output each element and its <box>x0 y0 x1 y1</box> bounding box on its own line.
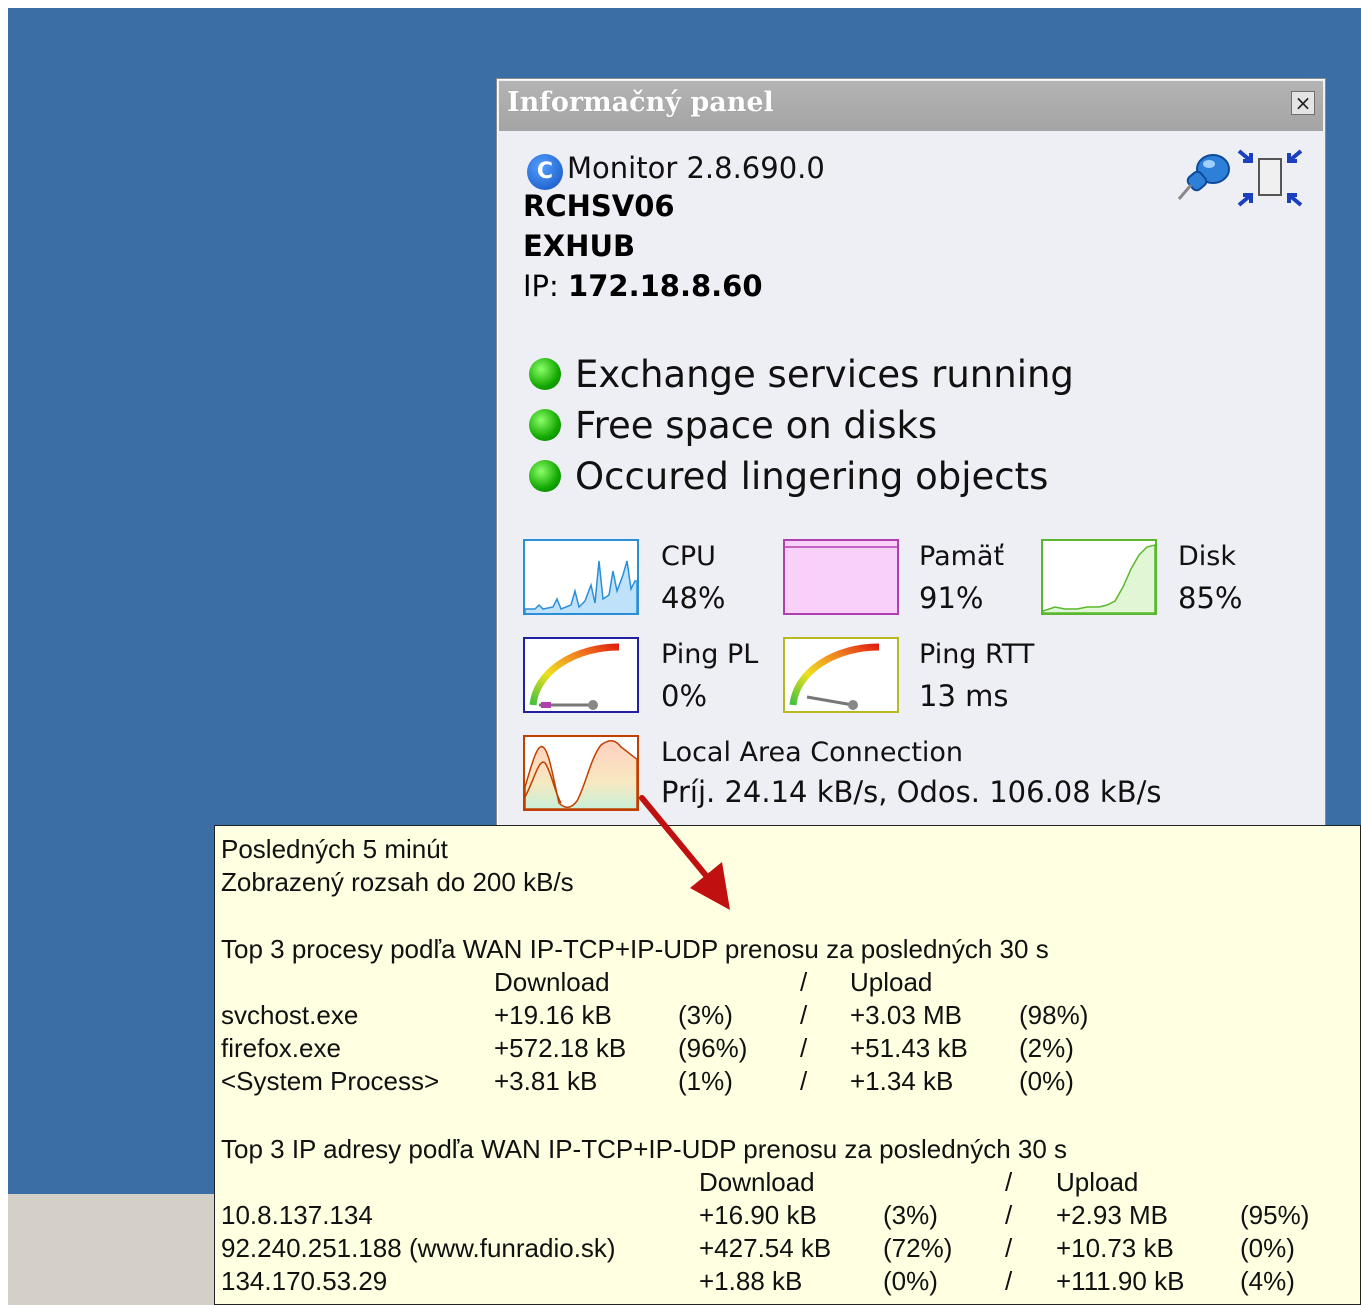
ip-download: +1.88 kB <box>699 1266 803 1296</box>
ip-sep: / <box>1005 1266 1013 1296</box>
cpu-label: CPU <box>661 541 716 572</box>
process-upload: +51.43 kB <box>850 1033 968 1063</box>
tooltip-range: Zobrazený rozsah do 200 kB/s <box>221 867 574 897</box>
green-status-icon <box>529 459 561 492</box>
process-sep: / <box>800 1000 808 1030</box>
process-upload: +1.34 kB <box>850 1066 954 1096</box>
status-label: Exchange services running <box>575 353 1074 396</box>
ip-name: 92.240.251.188 (www.funradio.sk) <box>221 1233 616 1263</box>
ip-upload-pct: (95%) <box>1240 1200 1310 1230</box>
annotation-arrow-icon <box>639 795 730 910</box>
ping-pl-value: 0% <box>661 679 708 713</box>
ip-name: 10.8.137.134 <box>221 1200 373 1230</box>
ip-download-pct: (0%) <box>883 1266 938 1296</box>
ip-value: 172.18.8.60 <box>568 269 763 303</box>
server-group: EXHUB <box>523 229 636 263</box>
processes-col-sep: / <box>800 967 808 997</box>
server-name: RCHSV06 <box>523 189 675 223</box>
ping-pl-gauge[interactable] <box>523 637 639 713</box>
ip-upload: +2.93 MB <box>1056 1200 1169 1230</box>
ip-download-pct: (72%) <box>883 1233 953 1263</box>
status-exchange-services: Exchange services running <box>529 353 1074 396</box>
disk-label: Disk <box>1178 541 1236 572</box>
ip-upload-pct: (0%) <box>1240 1233 1295 1263</box>
ip-name: 134.170.53.29 <box>221 1266 388 1296</box>
process-upload: +3.03 MB <box>850 1000 963 1030</box>
process-download-pct: (96%) <box>678 1033 748 1063</box>
ip-download-pct: (3%) <box>883 1200 938 1230</box>
cpu-graph[interactable] <box>523 539 639 615</box>
process-download: +19.16 kB <box>494 1000 612 1030</box>
ping-pl-label: Ping PL <box>661 639 759 670</box>
processes-col-upload: Upload <box>850 967 933 997</box>
app-name: Monitor 2.8.690.0 <box>567 151 825 185</box>
ip-upload: +10.73 kB <box>1056 1233 1174 1263</box>
ip-upload: +111.90 kB <box>1056 1266 1185 1296</box>
green-status-icon <box>529 408 561 441</box>
disk-graph[interactable] <box>1041 539 1157 615</box>
ips-col-upload: Upload <box>1056 1167 1139 1197</box>
status-free-space: Free space on disks <box>529 404 937 447</box>
memory-label: Pamäť <box>919 541 1005 572</box>
pin-icon[interactable] <box>1175 149 1235 204</box>
process-sep: / <box>800 1033 808 1063</box>
processes-heading: Top 3 procesy podľa WAN IP-TCP+IP-UDP pr… <box>221 934 1049 964</box>
status-label: Occured lingering objects <box>575 455 1049 498</box>
panel-title: Informačný panel <box>507 87 774 118</box>
ips-heading: Top 3 IP adresy podľa WAN IP-TCP+IP-UDP … <box>221 1134 1068 1164</box>
ips-col-download: Download <box>699 1167 815 1197</box>
process-name: svchost.exe <box>221 1000 359 1030</box>
network-graph[interactable] <box>523 735 639 811</box>
process-download: +3.81 kB <box>494 1066 598 1096</box>
compact-mode-icon[interactable] <box>1235 145 1305 210</box>
panel-titlebar[interactable]: Informačný panel × <box>499 81 1323 131</box>
cpu-value: 48% <box>661 581 726 615</box>
network-label: Local Area Connection <box>661 737 964 768</box>
status-label: Free space on disks <box>575 404 938 447</box>
process-download-pct: (3%) <box>678 1000 733 1030</box>
ip-upload-pct: (4%) <box>1240 1266 1295 1296</box>
ip-address-row: IP: 172.18.8.60 <box>523 269 763 303</box>
processes-col-download: Download <box>494 967 610 997</box>
disk-value: 85% <box>1178 581 1243 615</box>
process-name: firefox.exe <box>221 1033 341 1063</box>
process-upload-pct: (2%) <box>1019 1033 1074 1063</box>
ping-rtt-label: Ping RTT <box>919 639 1035 670</box>
ip-sep: / <box>1005 1200 1013 1230</box>
process-sep: / <box>800 1066 808 1096</box>
memory-value: 91% <box>919 581 984 615</box>
info-panel-window: Informačný panel × C Monitor 2.8.690.0 R… <box>496 78 1326 838</box>
process-download-pct: (1%) <box>678 1066 733 1096</box>
process-name: <System Process> <box>221 1066 440 1096</box>
ping-rtt-gauge[interactable] <box>783 637 899 713</box>
ping-rtt-value: 13 ms <box>919 679 1009 713</box>
ip-label: IP: <box>523 269 559 303</box>
process-download: +572.18 kB <box>494 1033 627 1063</box>
network-tooltip: Posledných 5 minút Zobrazený rozsah do 2… <box>214 825 1361 1305</box>
memory-graph[interactable] <box>783 539 899 615</box>
close-button[interactable]: × <box>1291 91 1315 115</box>
ip-download: +427.54 kB <box>699 1233 832 1263</box>
app-logo-icon: C <box>527 154 563 190</box>
green-status-icon <box>529 357 561 390</box>
ip-download: +16.90 kB <box>699 1200 817 1230</box>
ips-col-sep: / <box>1005 1167 1013 1197</box>
process-upload-pct: (98%) <box>1019 1000 1089 1030</box>
status-lingering-objects: Occured lingering objects <box>529 455 1048 498</box>
ip-sep: / <box>1005 1233 1013 1263</box>
process-upload-pct: (0%) <box>1019 1066 1074 1096</box>
tooltip-period: Posledných 5 minút <box>221 834 448 864</box>
